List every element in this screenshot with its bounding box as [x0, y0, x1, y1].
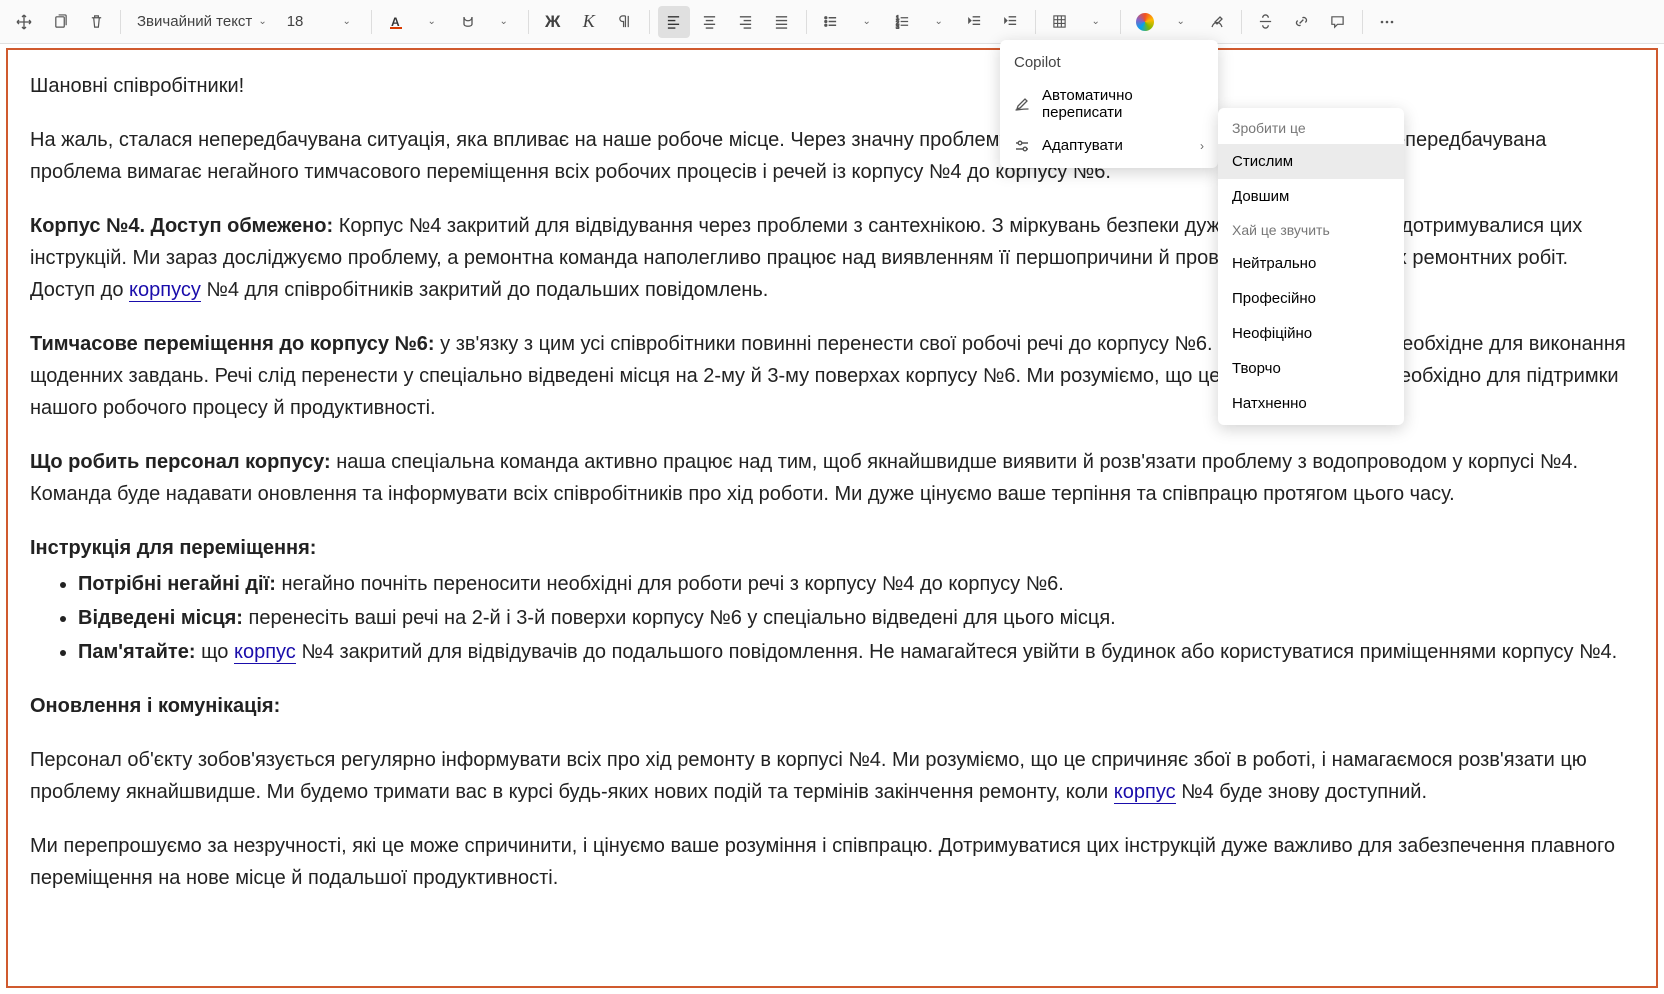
adapt-submenu: Зробити це Стислим Довшим Хай це звучить… [1218, 108, 1404, 425]
list-item: Потрібні негайні дії: негайно почніть пе… [78, 568, 1634, 600]
greeting: Шановні співробітники! [30, 70, 1634, 102]
link-corpus[interactable]: корпусу [129, 279, 201, 302]
italic-button[interactable]: К [573, 6, 605, 38]
link-button[interactable] [1286, 6, 1318, 38]
menu-item-adapt[interactable]: Адаптувати › [1000, 129, 1218, 162]
paragraph-staff: Що робить персонал корпусу: наша спеціал… [30, 446, 1634, 510]
copilot-icon [1136, 13, 1154, 31]
pencil-icon [1014, 96, 1030, 112]
separator [1120, 10, 1121, 34]
submenu-item-concise[interactable]: Стислим [1218, 144, 1404, 179]
align-justify-button[interactable] [766, 6, 798, 38]
separator [806, 10, 807, 34]
svg-text:A: A [391, 15, 400, 29]
copilot-chevron[interactable]: ⌄ [1165, 6, 1197, 38]
chevron-down-icon: ⌄ [258, 16, 266, 27]
ink-button[interactable] [1201, 6, 1233, 38]
highlight-chevron[interactable]: ⌄ [488, 6, 520, 38]
menu-label: Автоматично переписати [1042, 87, 1204, 121]
paragraph-apology: Ми перепрошуємо за незручності, які це м… [30, 830, 1634, 894]
comment-button[interactable] [1322, 6, 1354, 38]
list-item: Відведені місця: перенесіть ваші речі на… [78, 602, 1634, 634]
table-chevron[interactable]: ⌄ [1080, 6, 1112, 38]
document-body[interactable]: Шановні співробітники! На жаль, сталася … [6, 48, 1658, 988]
heading-instructions: Інструкція для переміщення: [30, 532, 1634, 564]
sliders-icon [1014, 138, 1030, 154]
font-color-chevron[interactable]: ⌄ [416, 6, 448, 38]
separator [1035, 10, 1036, 34]
outdent-button[interactable] [959, 6, 991, 38]
bullet-list-button[interactable] [815, 6, 847, 38]
svg-text:3: 3 [896, 25, 899, 29]
paragraph-mark-icon[interactable] [609, 6, 641, 38]
align-right-button[interactable] [730, 6, 762, 38]
highlight-button[interactable] [452, 6, 484, 38]
strikethrough-button[interactable] [1250, 6, 1282, 38]
submenu-item-creative[interactable]: Творчо [1218, 351, 1404, 386]
heading-updates: Оновлення і комунікація: [30, 690, 1634, 722]
menu-label: Адаптувати [1042, 137, 1123, 154]
move-icon[interactable] [8, 6, 40, 38]
bullet-chevron[interactable]: ⌄ [851, 6, 883, 38]
submenu-item-informal[interactable]: Неофіційно [1218, 316, 1404, 351]
submenu-header2: Хай це звучить [1218, 214, 1404, 246]
submenu-item-longer[interactable]: Довшим [1218, 179, 1404, 214]
paragraph-updates: Персонал об'єкту зобов'язується регулярн… [30, 744, 1634, 808]
list-item: Пам'ятайте: що корпус №4 закритий для ві… [78, 636, 1634, 668]
copilot-menu: Copilot Автоматично переписати Адаптуват… [1000, 40, 1218, 168]
numbered-chevron[interactable]: ⌄ [923, 6, 955, 38]
copilot-menu-title: Copilot [1000, 46, 1218, 79]
separator [371, 10, 372, 34]
more-button[interactable] [1371, 6, 1403, 38]
align-left-button[interactable] [658, 6, 690, 38]
menu-item-rewrite[interactable]: Автоматично переписати [1000, 79, 1218, 129]
separator [649, 10, 650, 34]
copilot-button[interactable] [1129, 6, 1161, 38]
chevron-right-icon: › [1200, 139, 1204, 153]
align-center-button[interactable] [694, 6, 726, 38]
separator [528, 10, 529, 34]
submenu-header: Зробити це [1218, 112, 1404, 144]
link-corpus[interactable]: корпус [234, 641, 296, 664]
bold-button[interactable]: Ж [537, 6, 569, 38]
separator [1362, 10, 1363, 34]
style-dropdown[interactable]: Звичайний текст ⌄ [129, 6, 275, 38]
font-color-button[interactable]: A [380, 6, 412, 38]
submenu-item-professional[interactable]: Професійно [1218, 281, 1404, 316]
indent-button[interactable] [995, 6, 1027, 38]
copy-icon[interactable] [44, 6, 76, 38]
font-size-dropdown[interactable]: 18 [279, 6, 327, 38]
font-size-chevron[interactable]: ⌄ [331, 6, 363, 38]
numbered-list-button[interactable]: 123 [887, 6, 919, 38]
table-button[interactable] [1044, 6, 1076, 38]
separator [120, 10, 121, 34]
instruction-list: Потрібні негайні дії: негайно почніть пе… [78, 568, 1634, 668]
trash-icon[interactable] [80, 6, 112, 38]
submenu-item-neutral[interactable]: Нейтрально [1218, 246, 1404, 281]
style-label: Звичайний текст [137, 13, 252, 30]
link-corpus[interactable]: корпус [1114, 781, 1176, 804]
separator [1241, 10, 1242, 34]
toolbar: Звичайний текст⌄ 18 ⌄ A ⌄ ⌄ Ж К ⌄ 123 ⌄ … [0, 0, 1664, 44]
submenu-item-inspired[interactable]: Натхненно [1218, 386, 1404, 421]
font-size-label: 18 [287, 13, 304, 30]
